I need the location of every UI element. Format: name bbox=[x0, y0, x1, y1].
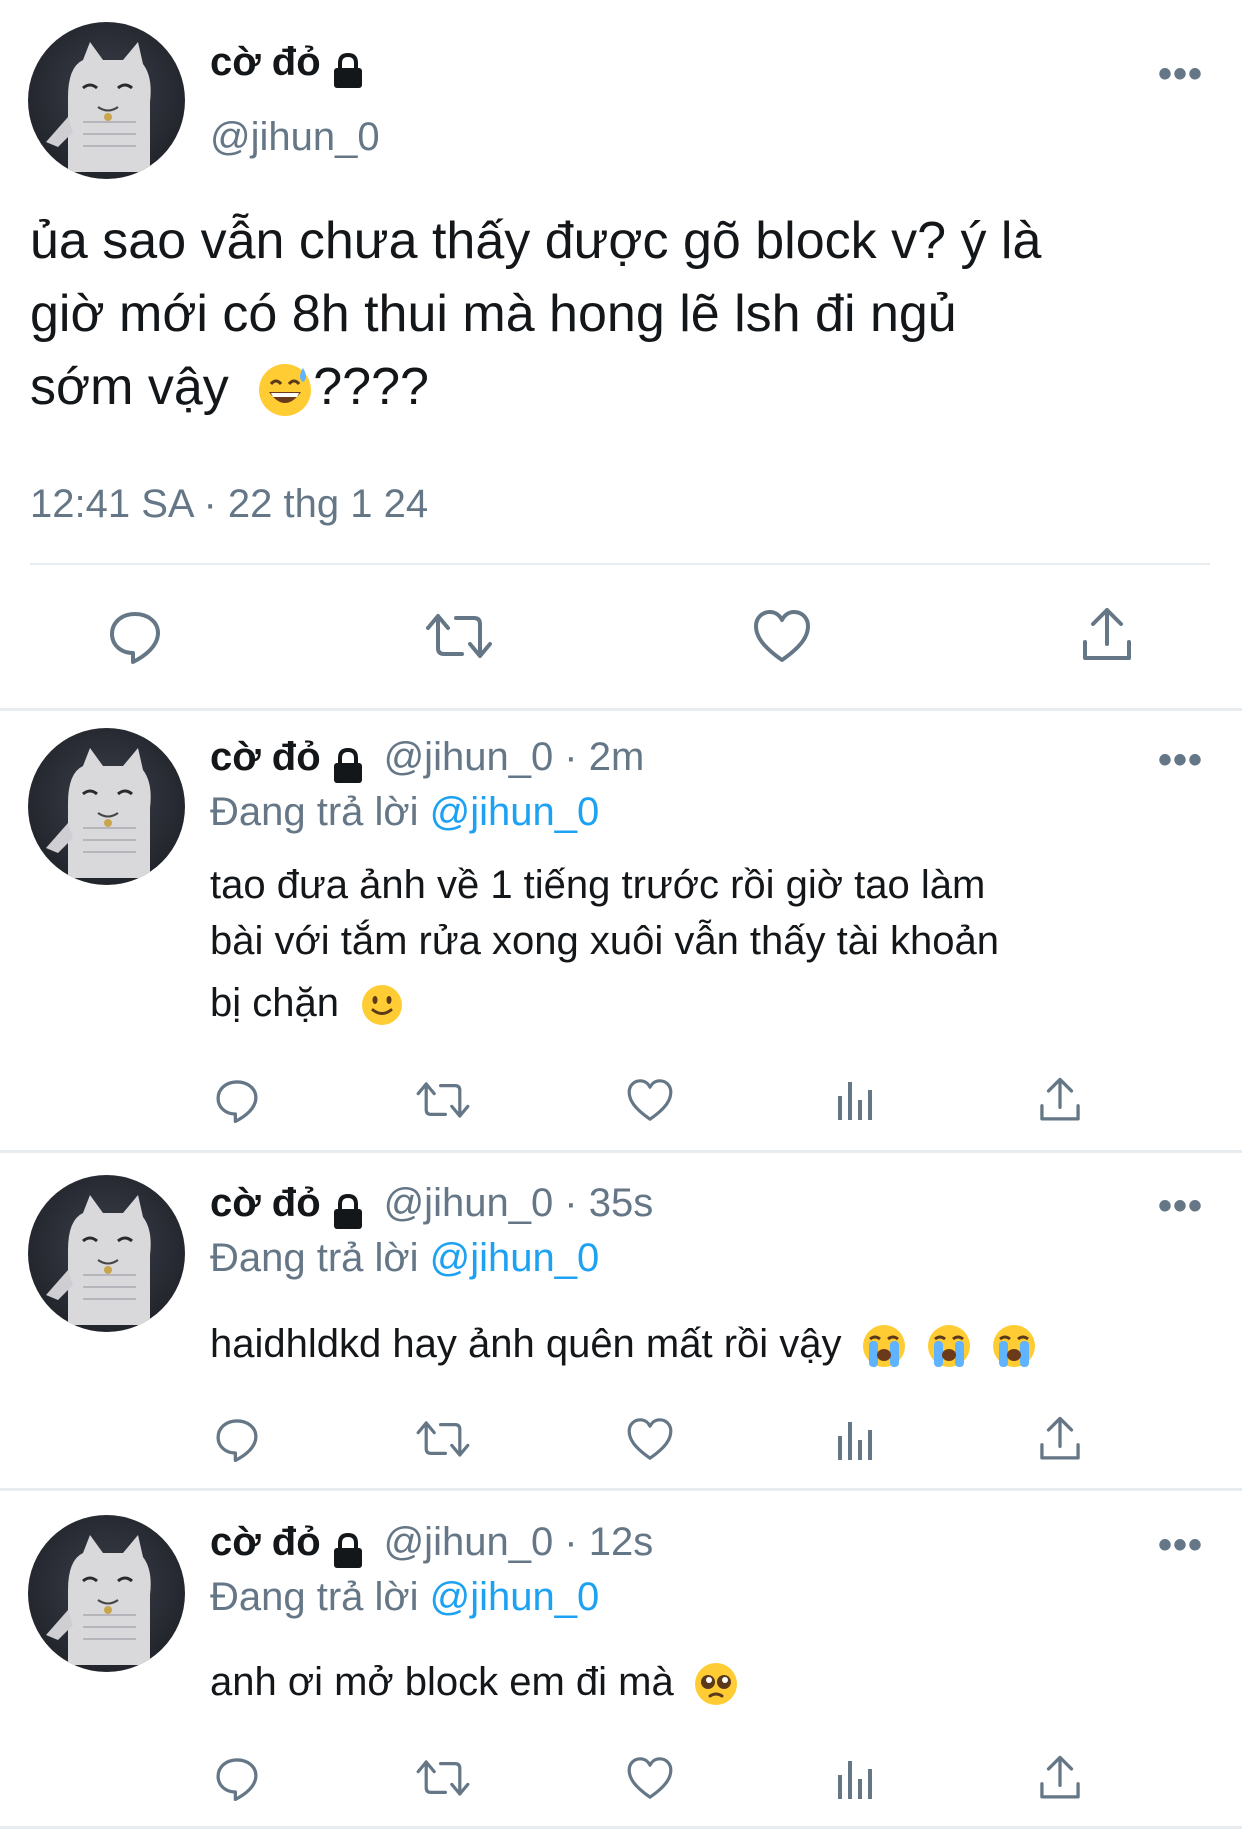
lock-icon bbox=[334, 1532, 363, 1568]
reply-icon[interactable] bbox=[107, 608, 163, 664]
reply-header: cờ đỏ @jihun_0 · 35s bbox=[210, 1181, 653, 1231]
handle-time[interactable]: @jihun_0 · 12s bbox=[384, 1520, 654, 1564]
reply-line-text: anh ơi mở block em đi mà bbox=[210, 1660, 674, 1704]
author-name[interactable]: cờ đỏ bbox=[210, 40, 365, 90]
reply-line: tao đưa ảnh về 1 tiếng trước rồi giờ tao… bbox=[210, 863, 986, 907]
like-icon[interactable] bbox=[752, 608, 812, 664]
retweet-icon[interactable] bbox=[424, 608, 494, 664]
avatar[interactable] bbox=[28, 22, 185, 179]
replying-to: Đang trả lời @jihun_0 bbox=[210, 1575, 599, 1620]
reply-icon[interactable] bbox=[214, 1416, 260, 1462]
slight-smile-emoji-icon bbox=[362, 985, 403, 1026]
like-icon[interactable] bbox=[626, 1755, 674, 1801]
lock-icon bbox=[334, 747, 363, 783]
reply-line: bị chặn bbox=[210, 975, 1210, 1031]
display-name[interactable]: cờ đỏ bbox=[210, 735, 321, 779]
share-icon[interactable] bbox=[1037, 1754, 1083, 1802]
reply-header: cờ đỏ @jihun_0 · 2m bbox=[210, 735, 644, 785]
divider bbox=[0, 708, 1242, 711]
grinning-sweat-emoji-icon bbox=[259, 364, 312, 417]
share-icon[interactable] bbox=[1037, 1415, 1083, 1463]
timestamp[interactable]: 12:41 SA · 22 thg 1 24 bbox=[30, 482, 428, 527]
avatar[interactable] bbox=[28, 1175, 185, 1332]
replying-to: Đang trả lời @jihun_0 bbox=[210, 1236, 599, 1281]
replying-to-link[interactable]: @jihun_0 bbox=[430, 1236, 600, 1280]
replying-to-link[interactable]: @jihun_0 bbox=[430, 790, 600, 834]
reply-line: bài với tắm rửa xong xuôi vẫn thấy tài k… bbox=[210, 919, 999, 963]
replying-prefix: Đang trả lời bbox=[210, 1575, 419, 1619]
tweet-line-text: sớm vậy bbox=[30, 358, 229, 416]
reply-icon[interactable] bbox=[214, 1755, 260, 1801]
handle-time[interactable]: @jihun_0 · 2m bbox=[384, 735, 645, 779]
more-options-icon[interactable]: ••• bbox=[1158, 52, 1203, 97]
cat-avatar-icon bbox=[46, 748, 151, 878]
handle[interactable]: @jihun_0 bbox=[210, 115, 380, 160]
retweet-icon[interactable] bbox=[415, 1077, 471, 1123]
lock-icon bbox=[334, 1193, 363, 1229]
reply-line-text: bị chặn bbox=[210, 981, 339, 1025]
more-options-icon[interactable]: ••• bbox=[1158, 1523, 1203, 1568]
replying-prefix: Đang trả lời bbox=[210, 1236, 419, 1280]
loudly-crying-emoji-icon bbox=[992, 1325, 1035, 1368]
replying-prefix: Đang trả lời bbox=[210, 790, 419, 834]
analytics-icon[interactable] bbox=[836, 1418, 876, 1462]
divider bbox=[30, 563, 1210, 565]
more-options-icon[interactable]: ••• bbox=[1158, 738, 1203, 783]
cat-avatar-icon bbox=[46, 1195, 151, 1325]
reply-icon[interactable] bbox=[214, 1077, 260, 1123]
tweet-line: ủa sao vẫn chưa thấy được gõ block v? ý … bbox=[30, 212, 1042, 270]
tweet-line: giờ mới có 8h thui mà hong lẽ lsh đi ngủ bbox=[30, 285, 957, 343]
pleading-face-emoji-icon bbox=[694, 1663, 737, 1706]
avatar[interactable] bbox=[28, 1515, 185, 1672]
tweet-text: ủa sao vẫn chưa thấy được gõ block v? ý … bbox=[30, 205, 1230, 424]
cat-avatar-icon bbox=[46, 42, 151, 172]
replying-to: Đang trả lời @jihun_0 bbox=[210, 790, 599, 835]
reply-text: haidhldkd hay ảnh quên mất rồi vậy bbox=[210, 1316, 1230, 1372]
reply-text: tao đưa ảnh về 1 tiếng trước rồi giờ tao… bbox=[210, 857, 1210, 1031]
loudly-crying-emoji-icon bbox=[927, 1325, 970, 1368]
share-icon[interactable] bbox=[1037, 1076, 1083, 1124]
analytics-icon[interactable] bbox=[836, 1757, 876, 1801]
analytics-icon[interactable] bbox=[836, 1078, 876, 1122]
share-icon[interactable] bbox=[1079, 606, 1135, 664]
divider bbox=[0, 1488, 1242, 1491]
like-icon[interactable] bbox=[626, 1077, 674, 1123]
display-name[interactable]: cờ đỏ bbox=[210, 1181, 321, 1225]
reply-text: anh ơi mở block em đi mà bbox=[210, 1654, 1210, 1710]
reply-header: cờ đỏ @jihun_0 · 12s bbox=[210, 1520, 653, 1570]
divider bbox=[0, 1826, 1242, 1829]
reply-line-text: haidhldkd hay ảnh quên mất rồi vậy bbox=[210, 1322, 842, 1366]
display-name[interactable]: cờ đỏ bbox=[210, 1520, 321, 1564]
handle-time[interactable]: @jihun_0 · 35s bbox=[384, 1181, 654, 1225]
retweet-icon[interactable] bbox=[415, 1416, 471, 1462]
display-name[interactable]: cờ đỏ bbox=[210, 40, 321, 84]
replying-to-link[interactable]: @jihun_0 bbox=[430, 1575, 600, 1619]
lock-icon bbox=[334, 52, 363, 88]
divider bbox=[0, 1150, 1242, 1153]
retweet-icon[interactable] bbox=[415, 1755, 471, 1801]
loudly-crying-emoji-icon bbox=[862, 1325, 905, 1368]
like-icon[interactable] bbox=[626, 1416, 674, 1462]
avatar[interactable] bbox=[28, 728, 185, 885]
tweet-line-text: ???? bbox=[313, 358, 429, 416]
cat-avatar-icon bbox=[46, 1535, 151, 1665]
tweet-line: sớm vậy ???? bbox=[30, 351, 1230, 424]
more-options-icon[interactable]: ••• bbox=[1158, 1184, 1203, 1229]
